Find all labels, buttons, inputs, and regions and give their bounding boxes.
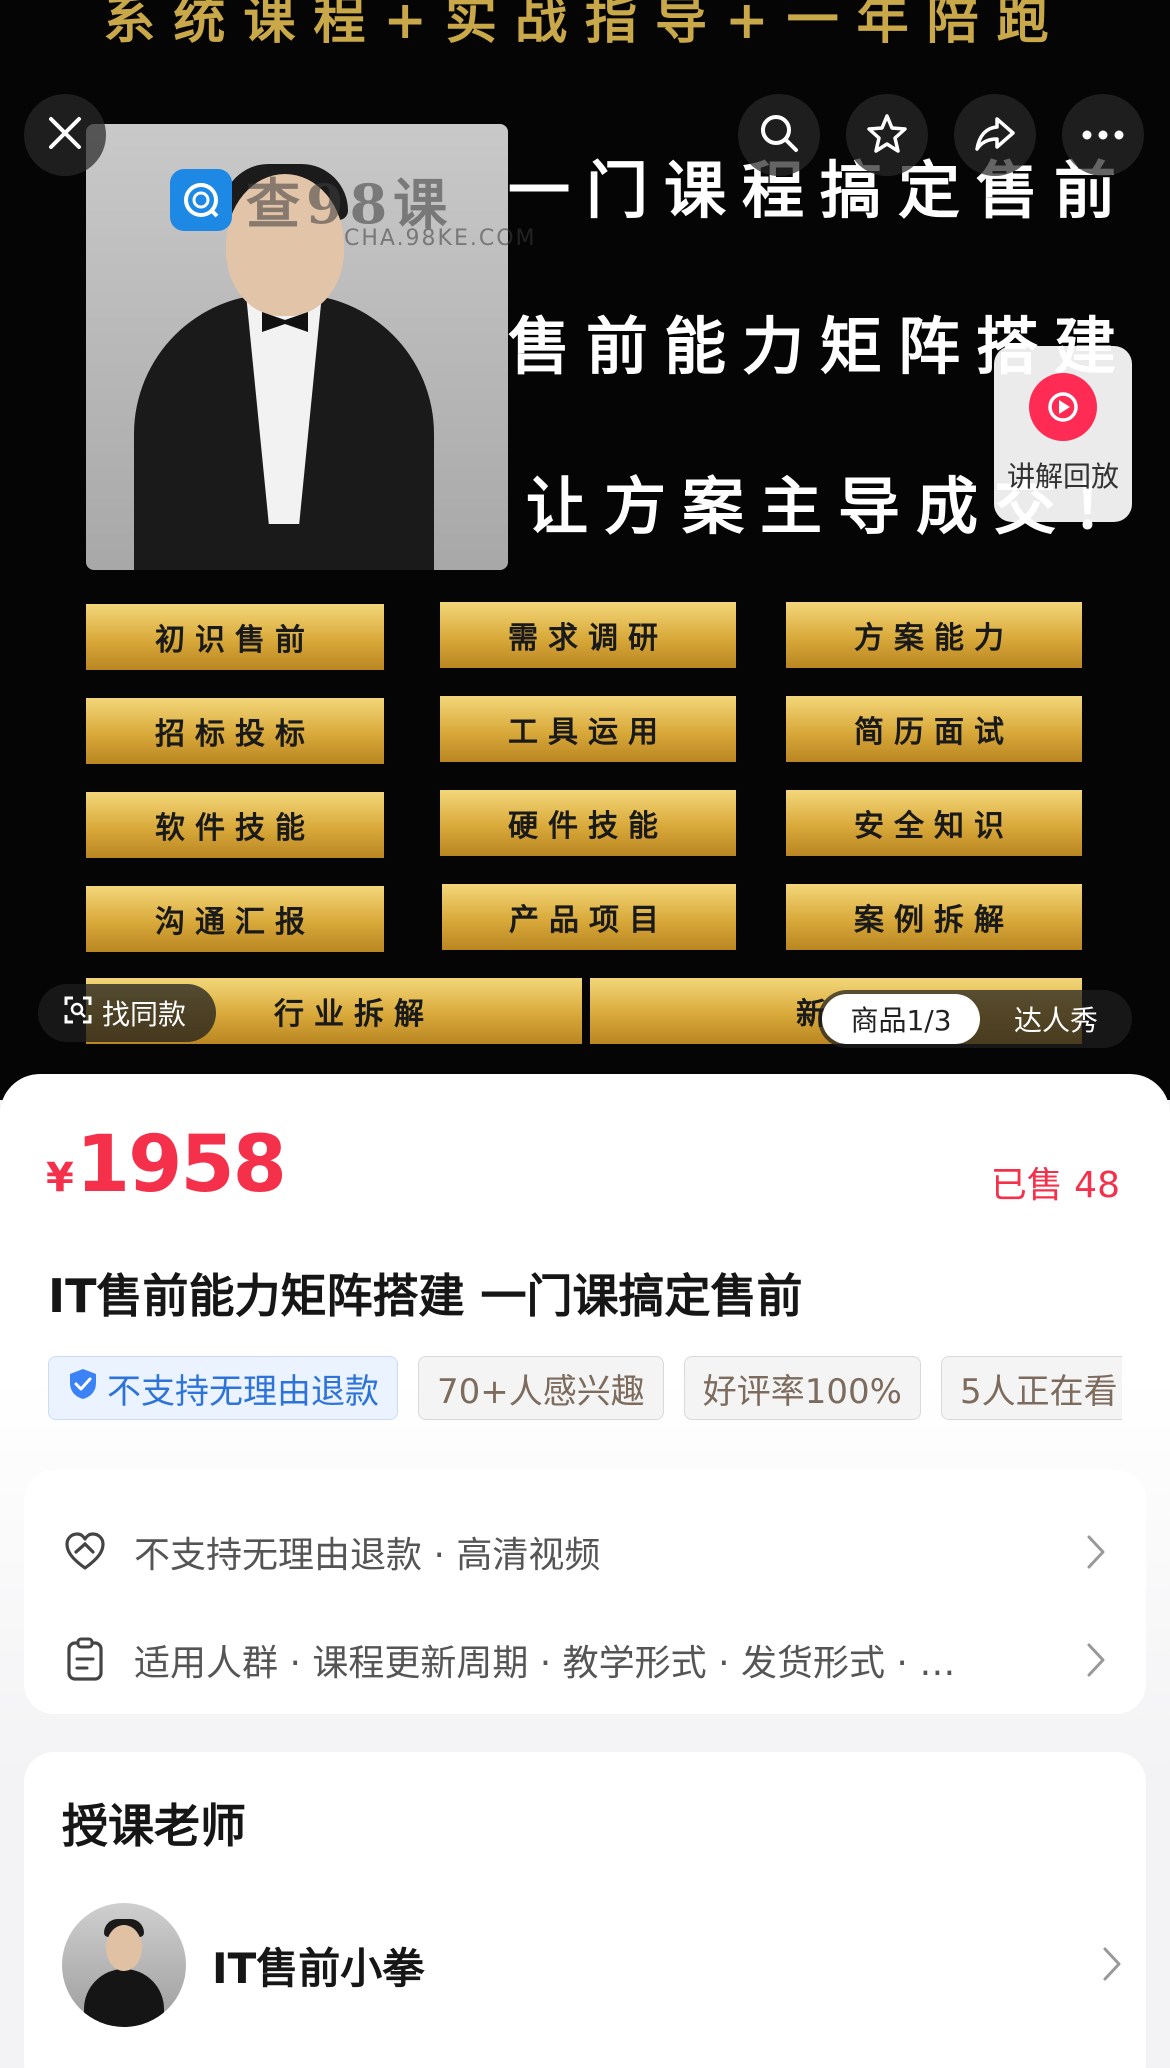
find-similar-button[interactable]: 找同款	[38, 984, 217, 1042]
module-tile: 产品项目	[442, 884, 736, 950]
viewers-tag: 5人正在看	[940, 1356, 1122, 1420]
price: ¥ 1958	[46, 1120, 287, 1210]
banner-top-text: 系统课程+实战指导+一年陪跑	[103, 0, 1067, 51]
media-switch: 商品1/3 达人秀	[818, 990, 1132, 1048]
watermark-logo-icon	[170, 168, 232, 231]
chevron-right-icon	[1102, 1946, 1122, 1986]
module-tile: 软件技能	[86, 792, 384, 858]
module-tile: 安全知识	[786, 790, 1082, 856]
price-value: 1958	[75, 1120, 287, 1210]
tag-row: 不支持无理由退款 70+人感兴趣 好评率100% 5人正在看	[48, 1356, 1122, 1422]
module-tile: 需求调研	[440, 602, 736, 668]
avatar	[62, 1903, 186, 2027]
section-title-teacher: 授课老师	[62, 1799, 246, 1853]
promo-line-1: 一门课程搞定售前	[508, 154, 1133, 227]
heart-link-icon	[60, 1530, 110, 1574]
clipboard-icon	[60, 1637, 110, 1683]
close-icon	[45, 113, 85, 157]
favorite-button[interactable]	[846, 94, 928, 176]
more-button[interactable]	[1062, 94, 1144, 176]
rating-tag: 好评率100%	[683, 1356, 921, 1420]
search-icon	[757, 111, 801, 159]
currency-symbol: ¥	[46, 1155, 74, 1201]
details-row[interactable]: 适用人群 · 课程更新周期 · 教学形式 · 发货形式 · …	[24, 1620, 1146, 1700]
service-panel: 不支持无理由退款 · 高清视频 适用人群 · 课程更新周期 · 教学形式 · 发…	[24, 1470, 1146, 1714]
chevron-right-icon	[1086, 1642, 1106, 1682]
more-icon	[1081, 126, 1125, 145]
module-tile: 工具运用	[440, 696, 736, 762]
module-tile: 方案能力	[786, 602, 1082, 668]
module-tile: 初识售前	[86, 604, 384, 670]
replay-button[interactable]: 讲解回放	[994, 346, 1132, 522]
scan-icon	[62, 994, 94, 1033]
product-detail-page: 系统课程+实战指导+一年陪跑 查98课 CHA.98KE.COM 一门课程搞定售…	[0, 0, 1170, 2068]
refund-policy-tag[interactable]: 不支持无理由退款	[48, 1356, 398, 1420]
module-tile: 案例拆解	[786, 884, 1082, 950]
find-similar-label: 找同款	[102, 998, 187, 1031]
search-button[interactable]	[738, 94, 820, 176]
module-tile: 沟通汇报	[86, 886, 384, 952]
module-tile: 硬件技能	[440, 790, 736, 856]
product-info-card: ¥ 1958 已售 48 IT售前能力矩阵搭建 一门课搞定售前 不支持无理由退款…	[0, 1074, 1170, 2068]
tab-creator-show[interactable]: 达人秀	[980, 999, 1132, 1039]
shield-check-icon	[67, 1367, 99, 1410]
product-hero-image[interactable]: 系统课程+实战指导+一年陪跑 查98课 CHA.98KE.COM 一门课程搞定售…	[0, 0, 1170, 1100]
sold-count: 已售 48	[990, 1165, 1120, 1206]
tab-products[interactable]: 商品1/3	[822, 994, 980, 1044]
share-icon	[973, 111, 1017, 159]
share-button[interactable]	[954, 94, 1036, 176]
interest-tag: 70+人感兴趣	[418, 1356, 664, 1420]
module-tile: 招标投标	[86, 698, 384, 764]
product-title: IT售前能力矩阵搭建 一门课搞定售前	[48, 1269, 803, 1323]
star-icon	[865, 111, 909, 159]
teacher-row[interactable]: IT售前小拳	[62, 1902, 1122, 2028]
chevron-right-icon	[1086, 1534, 1106, 1574]
close-button[interactable]	[24, 94, 106, 176]
teacher-name: IT售前小拳	[212, 1943, 425, 1993]
module-tile: 简历面试	[786, 696, 1082, 762]
replay-icon	[1029, 373, 1097, 441]
details-row-label: 适用人群 · 课程更新周期 · 教学形式 · 发货形式 · …	[134, 1643, 956, 1684]
replay-label: 讲解回放	[1006, 460, 1119, 493]
watermark: 查98课 CHA.98KE.COM	[170, 160, 535, 251]
service-row[interactable]: 不支持无理由退款 · 高清视频	[24, 1512, 1146, 1592]
teacher-panel: 授课老师 IT售前小拳	[24, 1752, 1146, 2068]
service-row-label: 不支持无理由退款 · 高清视频	[134, 1535, 601, 1576]
